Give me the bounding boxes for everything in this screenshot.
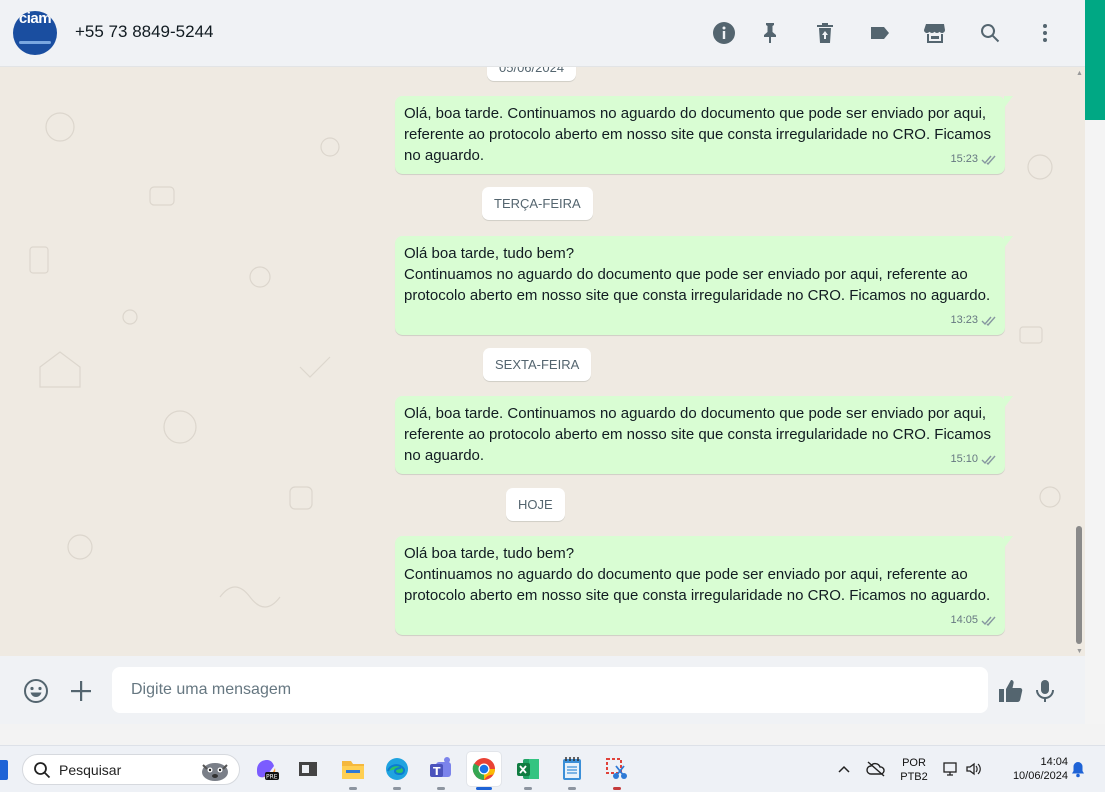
input-language-indicator[interactable]: POR PTB2 (898, 756, 930, 784)
edge-icon[interactable] (380, 752, 414, 790)
search-highlight-image (202, 763, 228, 781)
volume-icon[interactable] (964, 760, 984, 778)
info-icon[interactable] (710, 19, 738, 47)
menu-icon[interactable] (1031, 19, 1059, 47)
scroll-up-arrow-icon[interactable]: ▲ (1076, 70, 1083, 77)
outgoing-message[interactable]: Olá boa tarde, tudo bem? Continuamos no … (395, 536, 1013, 635)
message-time: 14:05 (950, 614, 978, 626)
date-separator: 05/06/2024 (487, 67, 577, 81)
double-check-icon (981, 155, 996, 165)
notification-bell-icon[interactable] (1068, 760, 1088, 778)
label-icon[interactable] (866, 19, 894, 47)
taskbar-clock[interactable]: 14:04 10/06/2024 (996, 755, 1068, 783)
chrome-icon[interactable] (467, 752, 501, 790)
date-separator: SEXTA-FEIRA (483, 348, 592, 381)
copilot-icon[interactable]: PRE (249, 752, 283, 786)
emoji-icon[interactable] (22, 677, 50, 705)
scroll-down-arrow-icon[interactable]: ▼ (1076, 648, 1083, 655)
store-icon[interactable] (921, 19, 949, 47)
message-meta: 15:10 (950, 449, 997, 470)
network-icon[interactable] (941, 760, 961, 778)
search-icon[interactable] (976, 19, 1004, 47)
pin-icon[interactable] (756, 19, 784, 47)
window-scrollbar[interactable] (1085, 0, 1105, 745)
taskbar-search-label: Pesquisar (59, 762, 122, 778)
chat-scrollbar[interactable]: ▲ ▼ (1074, 70, 1084, 655)
chat-header: ciam +55 73 8849-5244 (0, 0, 1085, 67)
outgoing-message[interactable]: Olá boa tarde, tudo bem? Continuamos no … (395, 236, 1013, 335)
message-time: 15:23 (950, 153, 978, 165)
notepad-icon[interactable] (555, 752, 589, 790)
message-meta: 13:23 (950, 310, 997, 331)
message-composer (0, 656, 1085, 724)
message-input[interactable] (112, 667, 988, 713)
search-icon (34, 762, 51, 779)
date-separator: HOJE (506, 488, 565, 521)
chat-area: 05/06/2024 Olá, boa tarde. Continuamos n… (0, 67, 1072, 656)
task-view-icon[interactable] (291, 752, 325, 786)
svg-text:T: T (433, 765, 441, 778)
attach-plus-icon[interactable] (67, 677, 95, 705)
message-text: Olá, boa tarde. Continuamos no aguardo d… (404, 405, 991, 464)
clock-time: 14:04 (1040, 756, 1068, 768)
message-meta: 14:05 (950, 610, 997, 631)
show-hidden-icons-chevron-icon[interactable] (834, 760, 854, 778)
windows-taskbar: Pesquisar PRE T POR PTB2 14:04 10/06/202… (0, 745, 1105, 792)
clock-date: 10/06/2024 (1012, 770, 1068, 782)
taskbar-search[interactable]: Pesquisar (22, 754, 240, 785)
thumbs-up-icon[interactable] (996, 677, 1024, 705)
double-check-icon (981, 316, 996, 326)
contact-name[interactable]: +55 73 8849-5244 (75, 22, 214, 42)
message-text: Olá boa tarde, tudo bem? Continuamos no … (404, 245, 991, 304)
onedrive-offline-icon[interactable] (866, 760, 886, 778)
teams-icon[interactable]: T (424, 752, 458, 790)
scrollbar-thumb[interactable] (1085, 0, 1105, 120)
chat-scrollbar-thumb[interactable] (1076, 526, 1082, 644)
message-text: Olá boa tarde, tudo bem? Continuamos no … (404, 545, 991, 604)
double-check-icon (981, 455, 996, 465)
excel-icon[interactable] (511, 752, 545, 790)
avatar-logo-text: ciam (18, 11, 52, 27)
message-time: 15:10 (950, 453, 978, 465)
double-check-icon (981, 616, 996, 626)
delete-icon[interactable] (811, 19, 839, 47)
avatar[interactable]: ciam (13, 11, 57, 55)
message-text: Olá, boa tarde. Continuamos no aguardo d… (404, 105, 991, 164)
svg-text:PRE: PRE (266, 774, 278, 781)
outgoing-message[interactable]: Olá, boa tarde. Continuamos no aguardo d… (395, 96, 1013, 174)
microphone-icon[interactable] (1031, 677, 1059, 705)
message-meta: 15:23 (950, 149, 997, 170)
snipping-tool-icon[interactable] (600, 752, 634, 790)
start-button[interactable] (0, 760, 8, 780)
date-separator: TERÇA-FEIRA (482, 187, 593, 220)
message-time: 13:23 (950, 314, 978, 326)
file-explorer-icon[interactable] (336, 752, 370, 790)
outgoing-message[interactable]: Olá, boa tarde. Continuamos no aguardo d… (395, 396, 1013, 474)
